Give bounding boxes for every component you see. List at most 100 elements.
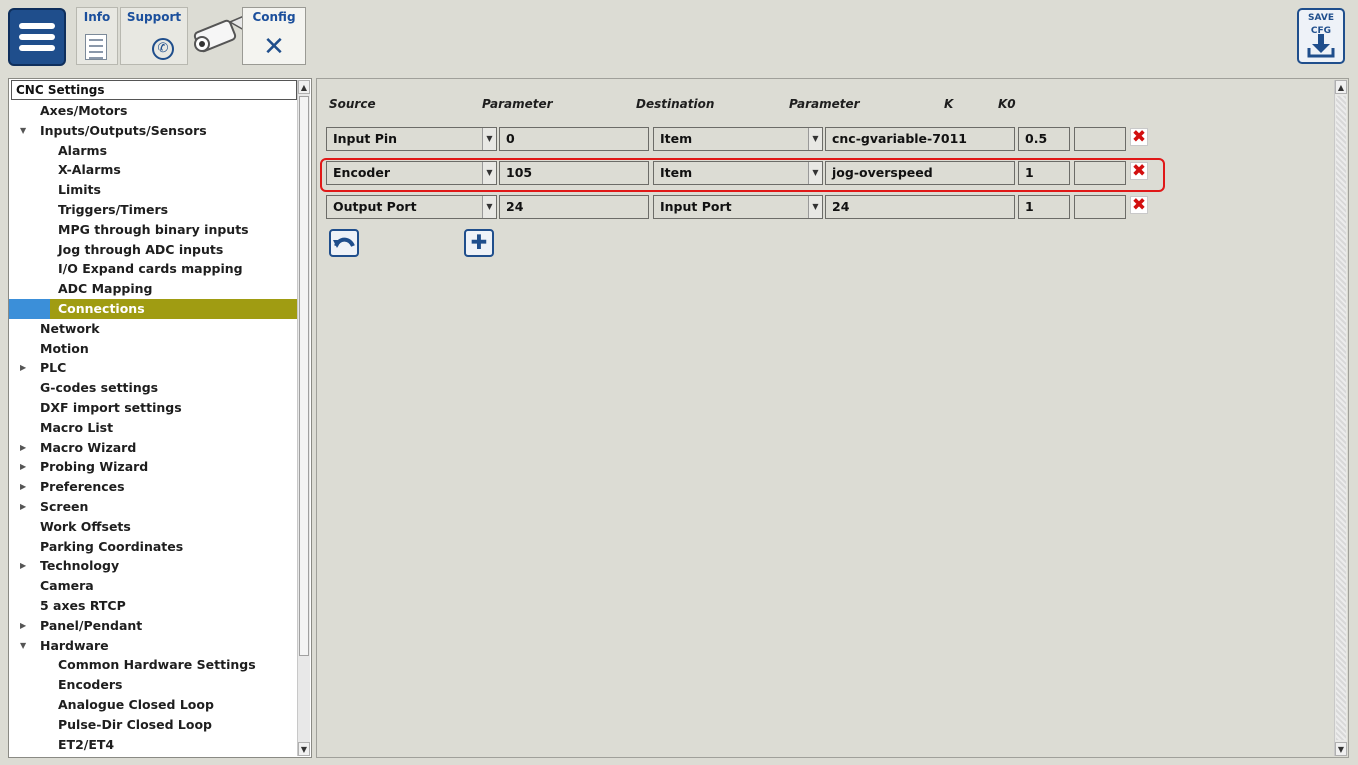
add-connection-button[interactable]: ✚ [464, 229, 494, 257]
tree-scrollbar[interactable]: ▲ ▼ [297, 80, 310, 756]
tab-info-label: Info [83, 10, 111, 24]
scroll-track[interactable] [1336, 96, 1346, 740]
tree-item[interactable]: ▼ Hardware [9, 636, 297, 656]
tree-item[interactable]: Pulse-Dir Closed Loop [9, 715, 297, 735]
tree-item[interactable]: DXF import settings [9, 398, 297, 418]
toolbar: Info Support ✆ Config ✕ SAVE CFG [0, 0, 1358, 75]
tree-item[interactable]: ADC Mapping [9, 279, 297, 299]
chevron-down-icon[interactable]: ▼ [808, 128, 822, 150]
hamburger-menu-button[interactable] [8, 8, 66, 66]
tree-item[interactable]: ▶ Technology [9, 556, 297, 576]
k0-input[interactable] [1074, 127, 1126, 151]
tree-item[interactable]: Camera [9, 576, 297, 596]
collapse-arrow-icon[interactable]: ▶ [20, 457, 26, 477]
expand-arrow-icon[interactable]: ▼ [20, 636, 26, 656]
collapse-arrow-icon[interactable]: ▶ [20, 616, 26, 636]
tree-item[interactable]: ▶ Macro Wizard [9, 438, 297, 458]
chevron-down-icon[interactable]: ▼ [482, 196, 496, 218]
tree-item[interactable]: Work Offsets [9, 517, 297, 537]
collapse-arrow-icon[interactable]: ▶ [20, 556, 26, 576]
scroll-down-icon[interactable]: ▼ [1335, 742, 1347, 756]
tree-item[interactable]: Alarms [9, 141, 297, 161]
source-parameter-input[interactable]: 0 [499, 127, 649, 151]
tree-item[interactable]: Parking Coordinates [9, 537, 297, 557]
chevron-down-icon[interactable]: ▼ [482, 128, 496, 150]
download-icon [1307, 34, 1335, 58]
chevron-down-icon[interactable]: ▼ [808, 196, 822, 218]
destination-parameter-input-value: 24 [832, 199, 850, 214]
destination-select[interactable]: Item ▼ [653, 127, 823, 151]
tree-item[interactable]: MPG through binary inputs [9, 220, 297, 240]
tree-item[interactable]: X-Alarms [9, 160, 297, 180]
tree-item[interactable]: Common Hardware Settings [9, 655, 297, 675]
tab-support[interactable]: Support ✆ [120, 7, 188, 65]
tree-item-label: Panel/Pendant [40, 617, 143, 633]
delete-row-button[interactable]: ✖ [1130, 128, 1148, 146]
tab-config-label: Config [252, 10, 296, 24]
undo-button[interactable] [329, 229, 359, 257]
k-input[interactable]: 1 [1018, 195, 1070, 219]
tree-item-label: Screen [40, 498, 89, 514]
tree-item[interactable]: Axes/Motors [9, 101, 297, 121]
tree-item[interactable]: 5 axes RTCP [9, 596, 297, 616]
main-scrollbar[interactable]: ▲ ▼ [1334, 80, 1347, 756]
delete-row-button[interactable]: ✖ [1130, 196, 1148, 214]
tree-item-label: Work Offsets [40, 518, 131, 534]
collapse-arrow-icon[interactable]: ▶ [20, 438, 26, 458]
tree-item[interactable]: Analogue Closed Loop [9, 695, 297, 715]
tree-item[interactable]: Jog through ADC inputs [9, 240, 297, 260]
destination-select[interactable]: Input Port ▼ [653, 195, 823, 219]
tree-item-label: Axes/Motors [40, 103, 128, 118]
destination-parameter-input[interactable]: cnc-gvariable-7011 [825, 127, 1015, 151]
scroll-up-icon[interactable]: ▲ [298, 80, 310, 94]
tree-item[interactable]: Encoders [9, 675, 297, 695]
tree-item[interactable]: ▼ Inputs/Outputs/Sensors [9, 121, 297, 141]
tree-item[interactable]: Motion [9, 339, 297, 359]
tree-item[interactable]: ▶ Screen [9, 497, 297, 517]
scroll-up-icon[interactable]: ▲ [1335, 80, 1347, 94]
tree-item[interactable]: Macro List [9, 418, 297, 438]
tree-item-label: Inputs/Outputs/Sensors [40, 122, 207, 138]
column-parameter-dest: Parameter [789, 97, 860, 111]
tree-item[interactable]: G-codes settings [9, 378, 297, 398]
tree-item[interactable]: Connections [9, 298, 297, 319]
tree-header: CNC Settings [11, 80, 297, 100]
tools-icon: ✕ [263, 32, 285, 62]
tree-item[interactable]: Network [9, 319, 297, 339]
source-select[interactable]: Output Port ▼ [326, 195, 497, 219]
camera-icon[interactable] [190, 12, 246, 60]
k-input[interactable]: 0.5 [1018, 127, 1070, 151]
collapse-arrow-icon[interactable]: ▶ [20, 497, 26, 517]
scroll-thumb[interactable] [299, 96, 309, 656]
tree-item-label: DXF import settings [40, 399, 182, 415]
tree-item[interactable]: ▶ PLC [9, 358, 297, 378]
settings-tree-panel: CNC Settings Axes/Motors ▼ Inputs/Outputs/… [8, 78, 312, 758]
tree-item-label: Pulse-Dir Closed Loop [58, 716, 212, 732]
k0-input[interactable] [1074, 195, 1126, 219]
expand-arrow-icon[interactable]: ▼ [20, 121, 26, 141]
tree-item-label: Alarms [58, 142, 108, 158]
source-select[interactable]: Input Pin ▼ [326, 127, 497, 151]
tree-item[interactable]: Limits [9, 180, 297, 200]
tree-item-label: Macro List [40, 419, 114, 435]
destination-parameter-input[interactable]: 24 [825, 195, 1015, 219]
tree-item[interactable]: ▶ Probing Wizard [9, 457, 297, 477]
tree-item[interactable]: ET2/ET4 [9, 735, 297, 755]
phone-icon: ✆ [152, 38, 174, 60]
tree-item[interactable]: Triggers/Timers [9, 200, 297, 220]
collapse-arrow-icon[interactable]: ▶ [20, 358, 26, 378]
tree-item[interactable]: ▶ Preferences [9, 477, 297, 497]
tab-config[interactable]: Config ✕ [242, 7, 306, 65]
connections-panel: Source Parameter Destination Parameter K… [316, 78, 1349, 758]
menu-bar-icon [19, 34, 55, 40]
scroll-down-icon[interactable]: ▼ [298, 742, 310, 756]
source-parameter-input[interactable]: 24 [499, 195, 649, 219]
tree-item[interactable]: I/O Expand cards mapping [9, 259, 297, 279]
collapse-arrow-icon[interactable]: ▶ [20, 477, 26, 497]
tree-item-label: MPG through binary inputs [58, 221, 249, 237]
tree-item[interactable]: ▶ Panel/Pendant [9, 616, 297, 636]
tree-item-label: G-codes settings [40, 380, 159, 396]
save-config-button[interactable]: SAVE CFG [1297, 8, 1345, 64]
tab-info[interactable]: Info [76, 7, 118, 65]
menu-bar-icon [19, 23, 55, 29]
